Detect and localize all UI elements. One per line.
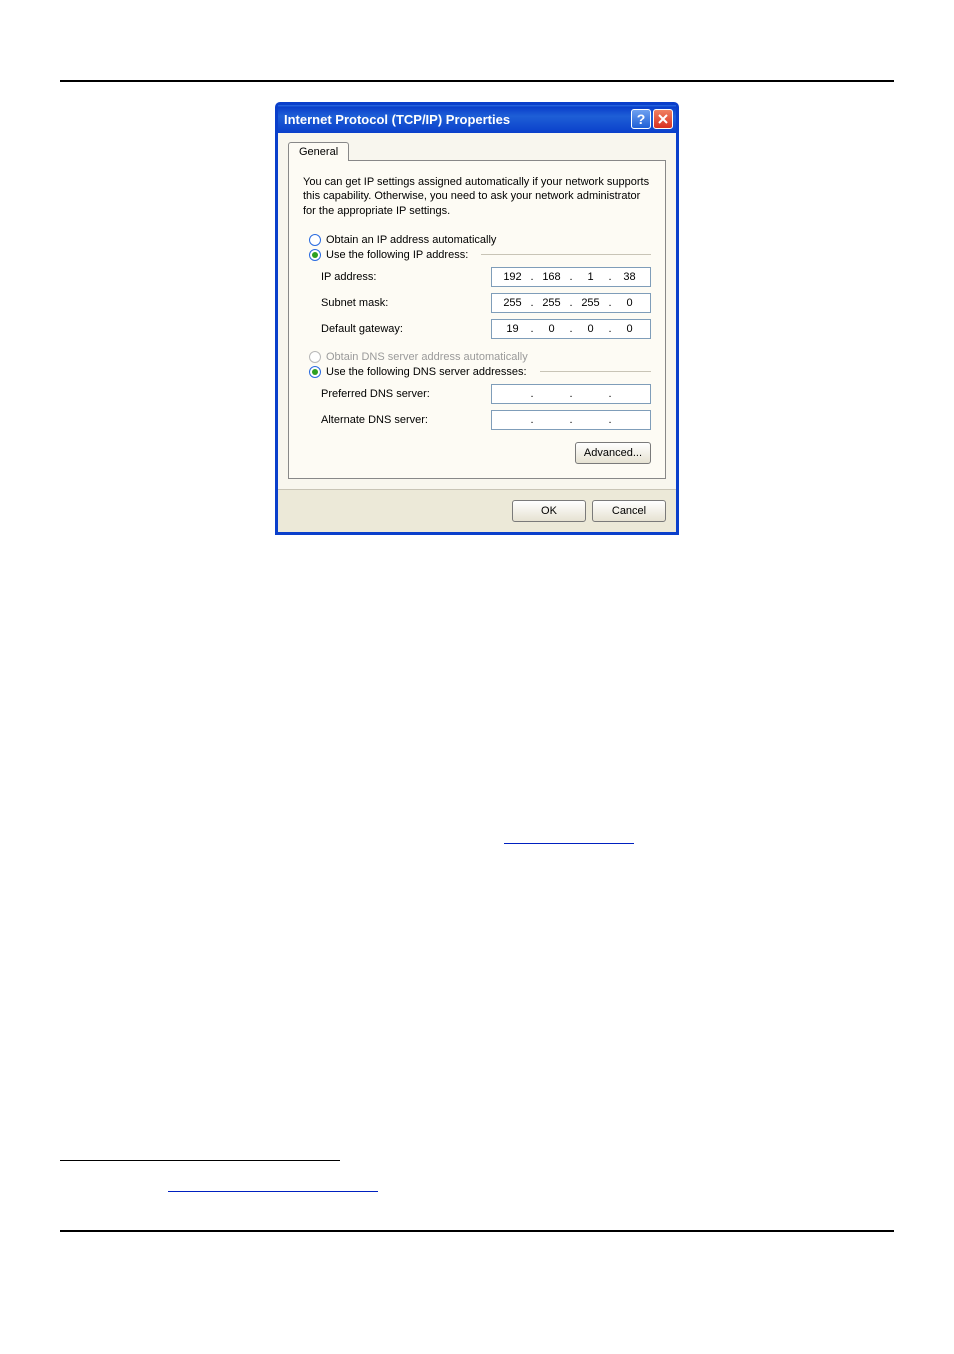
- subnet-mask-input[interactable]: 255. 255. 255. 0: [491, 293, 651, 313]
- preferred-dns-label: Preferred DNS server:: [321, 388, 491, 400]
- radio-disabled-icon: [309, 351, 321, 363]
- radio-unchecked-icon: [309, 234, 321, 246]
- alternate-dns-input[interactable]: . . .: [491, 410, 651, 430]
- radio-checked-icon: [309, 366, 321, 378]
- dialog-title: Internet Protocol (TCP/IP) Properties: [284, 112, 510, 127]
- radio-obtain-ip-auto[interactable]: Obtain an IP address automatically: [309, 234, 651, 246]
- footnote-link[interactable]: [168, 1190, 378, 1192]
- radio-checked-icon: [309, 249, 321, 261]
- advanced-button[interactable]: Advanced...: [575, 442, 651, 464]
- ip-address-input[interactable]: 192. 168. 1. 38: [491, 267, 651, 287]
- default-gateway-input[interactable]: 19. 0. 0. 0: [491, 319, 651, 339]
- subnet-mask-label: Subnet mask:: [321, 297, 491, 309]
- cancel-button[interactable]: Cancel: [592, 500, 666, 522]
- close-icon[interactable]: [653, 109, 673, 129]
- radio-obtain-dns-auto: Obtain DNS server address automatically: [309, 351, 651, 363]
- tab-general[interactable]: General: [288, 142, 349, 161]
- radio-use-following-dns[interactable]: Use the following DNS server addresses:: [309, 366, 651, 378]
- page-footer-rule: [60, 1230, 894, 1232]
- alternate-dns-label: Alternate DNS server:: [321, 414, 491, 426]
- body-link[interactable]: [504, 842, 634, 844]
- radio-label: Use the following IP address:: [326, 249, 468, 261]
- ok-button[interactable]: OK: [512, 500, 586, 522]
- help-icon[interactable]: ?: [631, 109, 651, 129]
- ip-address-label: IP address:: [321, 271, 491, 283]
- radio-label: Use the following DNS server addresses:: [326, 366, 527, 378]
- footnote-rule: [60, 1160, 340, 1161]
- tcpip-properties-dialog: Internet Protocol (TCP/IP) Properties ? …: [275, 102, 679, 535]
- radio-label: Obtain DNS server address automatically: [326, 351, 528, 363]
- description-text: You can get IP settings assigned automat…: [303, 175, 651, 218]
- default-gateway-label: Default gateway:: [321, 323, 491, 335]
- radio-use-following-ip[interactable]: Use the following IP address:: [309, 249, 651, 261]
- preferred-dns-input[interactable]: . . .: [491, 384, 651, 404]
- titlebar[interactable]: Internet Protocol (TCP/IP) Properties ?: [278, 105, 676, 133]
- radio-label: Obtain an IP address automatically: [326, 234, 496, 246]
